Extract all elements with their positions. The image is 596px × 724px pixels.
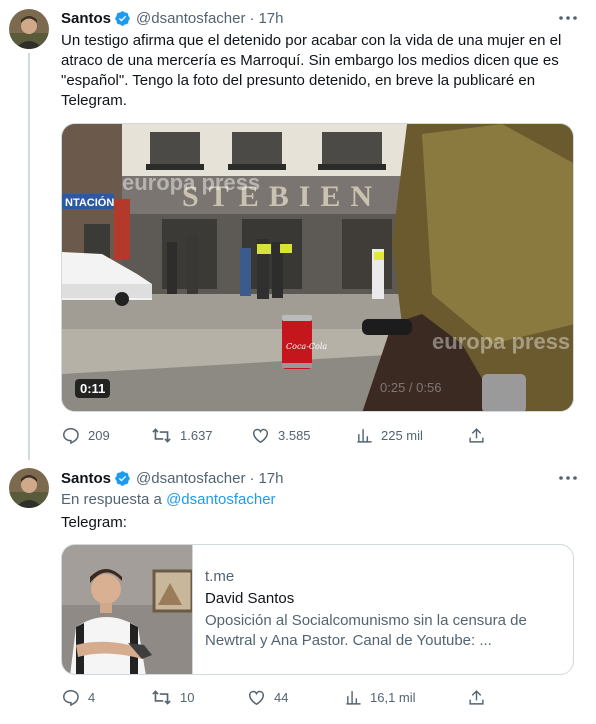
video-player[interactable]: STEBIEN NTACIÓN Coca-Cola europa press e… [61,123,574,412]
action-bar: 4 10 44 16,1 mil [61,686,491,708]
video-overlay-time: 0:25 / 0:56 [380,380,441,395]
like-button[interactable]: 3.585 [251,424,311,446]
retweet-button[interactable]: 10 [151,686,194,708]
watermark-bottom: europa press [432,329,570,354]
author-handle[interactable]: @dsantosfacher [136,470,245,487]
retweet-button[interactable]: 1.637 [151,424,213,446]
video-frame: STEBIEN NTACIÓN Coca-Cola europa press e… [62,124,573,411]
card-thumbnail [62,545,194,674]
views-count: 225 mil [381,427,423,443]
reply-button[interactable]: 209 [61,424,110,446]
can-label: Coca-Cola [286,342,327,351]
like-button[interactable]: 44 [247,686,288,708]
side-shop-sign: NTACIÓN [65,196,114,209]
share-button[interactable] [468,686,485,708]
views-button[interactable]: 16,1 mil [345,686,416,708]
reply-button[interactable]: 4 [61,686,95,708]
retweet-icon [151,426,172,445]
views-chart-icon [345,689,362,706]
verified-badge-icon [114,10,131,27]
reply-prefix: En respuesta a [61,491,162,508]
heart-icon [251,426,270,445]
reply-context: En respuesta a @dsantosfacher [61,490,581,510]
heart-icon [247,688,266,707]
share-button[interactable] [468,424,485,446]
avatar[interactable] [9,468,49,508]
thread-line [28,53,30,460]
reply-count: 4 [88,689,96,705]
more-options-icon[interactable] [558,470,578,486]
reply-to-handle[interactable]: @dsantosfacher [166,491,275,508]
like-count: 3.585 [278,427,311,443]
card-body: t.me David Santos Oposición al Socialcom… [193,545,573,674]
reply-count: 209 [88,427,110,443]
timestamp[interactable]: 17h [258,470,283,487]
share-icon [468,689,485,706]
like-count: 44 [274,689,289,705]
author-name[interactable]: Santos [61,470,111,487]
author-name[interactable]: Santos [61,10,111,27]
tweet-1[interactable]: Santos @dsantosfacher · 17h Un testigo a… [0,0,596,460]
views-chart-icon [356,427,373,444]
retweet-count: 10 [180,689,195,705]
card-title: David Santos [205,590,295,607]
share-icon [468,427,485,444]
reply-icon [61,426,80,445]
views-count: 16,1 mil [370,689,416,705]
timestamp[interactable]: 17h [258,10,283,27]
retweet-icon [151,688,172,707]
author-handle[interactable]: @dsantosfacher [136,10,245,27]
tweet-header: Santos @dsantosfacher · 17h [61,468,284,488]
watermark-top: europa press [122,170,260,195]
link-preview-card[interactable]: t.me David Santos Oposición al Socialcom… [61,544,574,675]
video-duration-badge: 0:11 [75,379,111,398]
tweet-header: Santos @dsantosfacher · 17h [61,8,284,28]
avatar[interactable] [9,9,49,49]
views-button[interactable]: 225 mil [356,424,423,446]
tweet-2[interactable]: Santos @dsantosfacher · 17h En respuesta… [0,460,596,724]
tweet-text: Telegram: [61,514,127,531]
separator: · [249,9,255,27]
verified-badge-icon [114,470,131,487]
tweet-text: Un testigo afirma que el detenido por ac… [61,32,562,109]
card-domain: t.me [205,568,235,585]
reply-icon [61,688,80,707]
more-options-icon[interactable] [558,10,578,26]
action-bar: 209 1.637 3.585 225 mil [61,424,491,446]
separator: · [249,469,255,487]
retweet-count: 1.637 [180,427,213,443]
card-description: Oposición al Socialcomunismo sin la cens… [205,612,527,649]
